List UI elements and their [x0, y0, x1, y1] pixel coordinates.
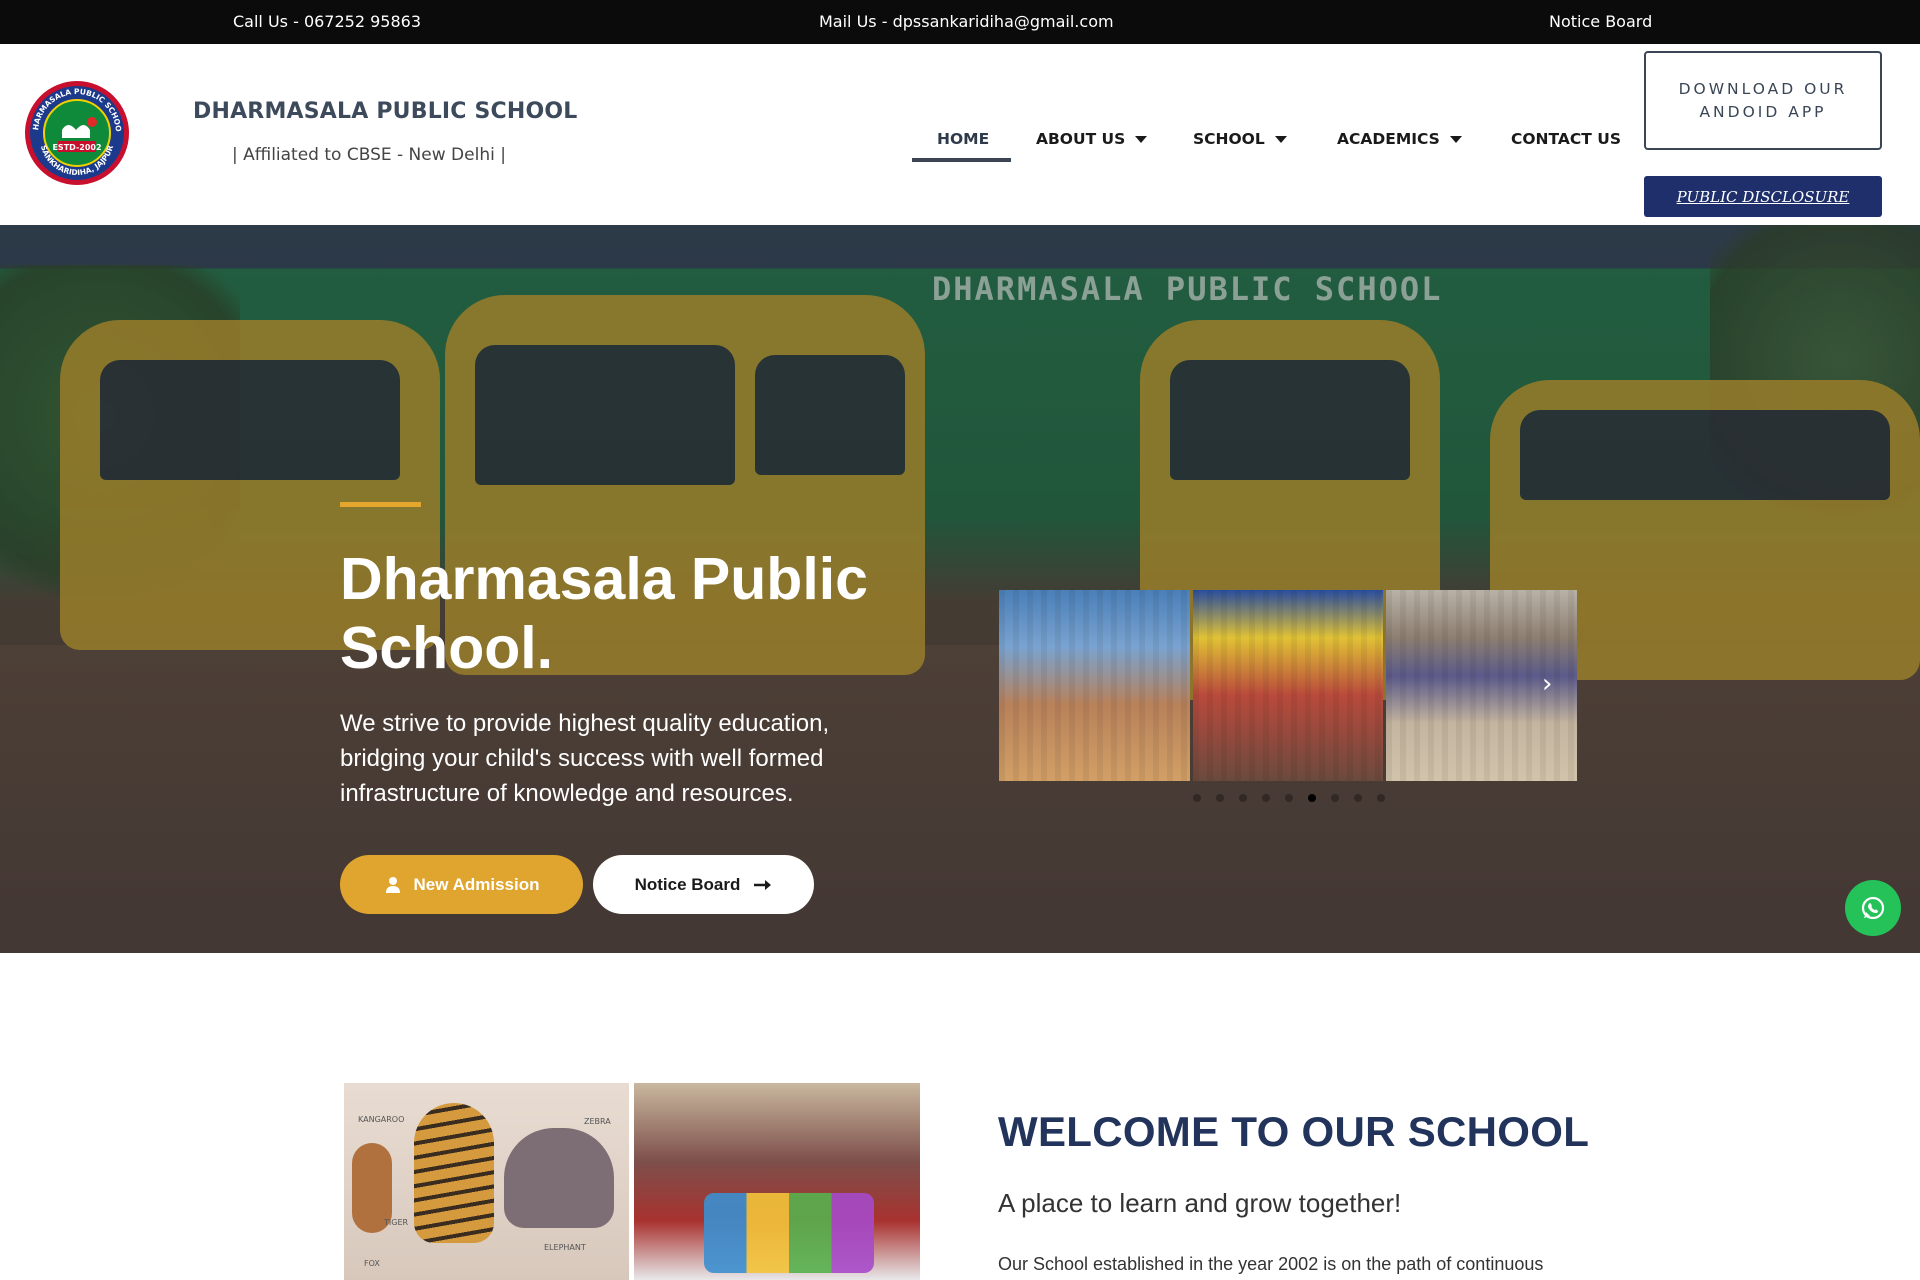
- nav-school[interactable]: SCHOOL: [1193, 124, 1287, 154]
- nav-contact-us[interactable]: CONTACT US: [1511, 124, 1621, 154]
- school-name[interactable]: DHARMASALA PUBLIC SCHOOL: [193, 99, 578, 124]
- carousel-dot[interactable]: [1239, 794, 1247, 802]
- notice-board-label: Notice Board: [634, 874, 741, 894]
- carousel-dots: [1193, 794, 1385, 802]
- nav-academics-label: ACADEMICS: [1337, 130, 1440, 148]
- welcome-body: Our School established in the year 2002 …: [998, 1254, 1544, 1274]
- nav-school-label: SCHOOL: [1193, 130, 1265, 148]
- notice-board-button[interactable]: Notice Board: [593, 855, 814, 914]
- chevron-right-icon[interactable]: ›: [1542, 670, 1562, 698]
- pic-label: ELEPHANT: [544, 1243, 586, 1252]
- whatsapp-button[interactable]: [1845, 880, 1901, 936]
- school-crest-logo[interactable]: ESTD-2002 DHARMASALA PUBLIC SCHOOL SANKH…: [24, 80, 130, 186]
- pic-label: ZEBRA: [584, 1117, 611, 1126]
- topbar-notice-board-link[interactable]: Notice Board: [1549, 12, 1652, 31]
- image-carousel[interactable]: [999, 590, 1578, 781]
- call-us-text[interactable]: Call Us - 067252 95863: [233, 12, 421, 31]
- classroom-chart-photo: KANGAROO ZEBRA TIGER ELEPHANT FOX: [344, 1083, 629, 1280]
- title-accent-line: [340, 502, 421, 507]
- caret-down-icon: [1449, 135, 1462, 143]
- arrow-right-icon: [754, 879, 772, 890]
- top-bar: Call Us - 067252 95863 Mail Us - dpssank…: [0, 0, 1920, 44]
- nav-about-us[interactable]: ABOUT US: [1036, 124, 1148, 154]
- elephant-drawing: [504, 1128, 614, 1228]
- carousel-dot[interactable]: [1377, 794, 1385, 802]
- user-icon: [385, 876, 400, 893]
- carousel-dot[interactable]: [1193, 794, 1201, 802]
- pic-label: TIGER: [384, 1218, 409, 1227]
- carousel-dot[interactable]: [1308, 794, 1316, 802]
- hero-title: Dharmasala Public School.: [340, 546, 868, 681]
- carousel-dot[interactable]: [1216, 794, 1224, 802]
- carousel-dot[interactable]: [1285, 794, 1293, 802]
- nav-home[interactable]: HOME: [937, 124, 989, 154]
- nav-contact-us-label: CONTACT US: [1511, 130, 1621, 148]
- activity-table: [704, 1193, 874, 1273]
- caret-down-icon: [1135, 135, 1148, 143]
- new-admission-label: New Admission: [413, 874, 540, 894]
- new-admission-button[interactable]: New Admission: [340, 855, 583, 914]
- nav-academics[interactable]: ACADEMICS: [1337, 124, 1462, 154]
- welcome-subtitle: A place to learn and grow together!: [998, 1188, 1402, 1218]
- tiger-drawing: [414, 1103, 494, 1243]
- whatsapp-icon: [1861, 896, 1885, 920]
- carousel-image[interactable]: [999, 590, 1190, 781]
- hero-overlay: [0, 225, 1920, 953]
- welcome-title: WELCOME TO OUR SCHOOL: [998, 1108, 1590, 1155]
- site-header: ESTD-2002 DHARMASALA PUBLIC SCHOOL SANKH…: [0, 44, 1920, 225]
- logo-estd-text: ESTD-2002: [52, 143, 101, 152]
- carousel-dot[interactable]: [1331, 794, 1339, 802]
- nav-home-label: HOME: [937, 130, 990, 148]
- mail-us-text[interactable]: Mail Us - dpssankaridiha@gmail.com: [819, 12, 1114, 31]
- caret-down-icon: [1274, 135, 1287, 143]
- pic-label: FOX: [364, 1259, 380, 1268]
- carousel-dot[interactable]: [1354, 794, 1362, 802]
- pic-label: KANGAROO: [358, 1115, 405, 1124]
- carousel-dot[interactable]: [1262, 794, 1270, 802]
- affiliation-text: | Affiliated to CBSE - New Delhi |: [232, 145, 506, 165]
- hero-banner: DHARMASALA PUBLIC SCHOOL Dharmasala Publ…: [0, 225, 1920, 953]
- nav-active-underline: [912, 158, 1011, 162]
- download-app-button[interactable]: DOWNLOAD OUR ANDOID APP: [1644, 51, 1882, 150]
- hero-description: We strive to provide highest quality edu…: [340, 710, 830, 807]
- nav-about-us-label: ABOUT US: [1036, 130, 1126, 148]
- students-activity-photo: [634, 1083, 920, 1280]
- public-disclosure-button[interactable]: PUBLIC DISCLOSURE: [1644, 176, 1882, 217]
- carousel-image[interactable]: [1192, 590, 1384, 781]
